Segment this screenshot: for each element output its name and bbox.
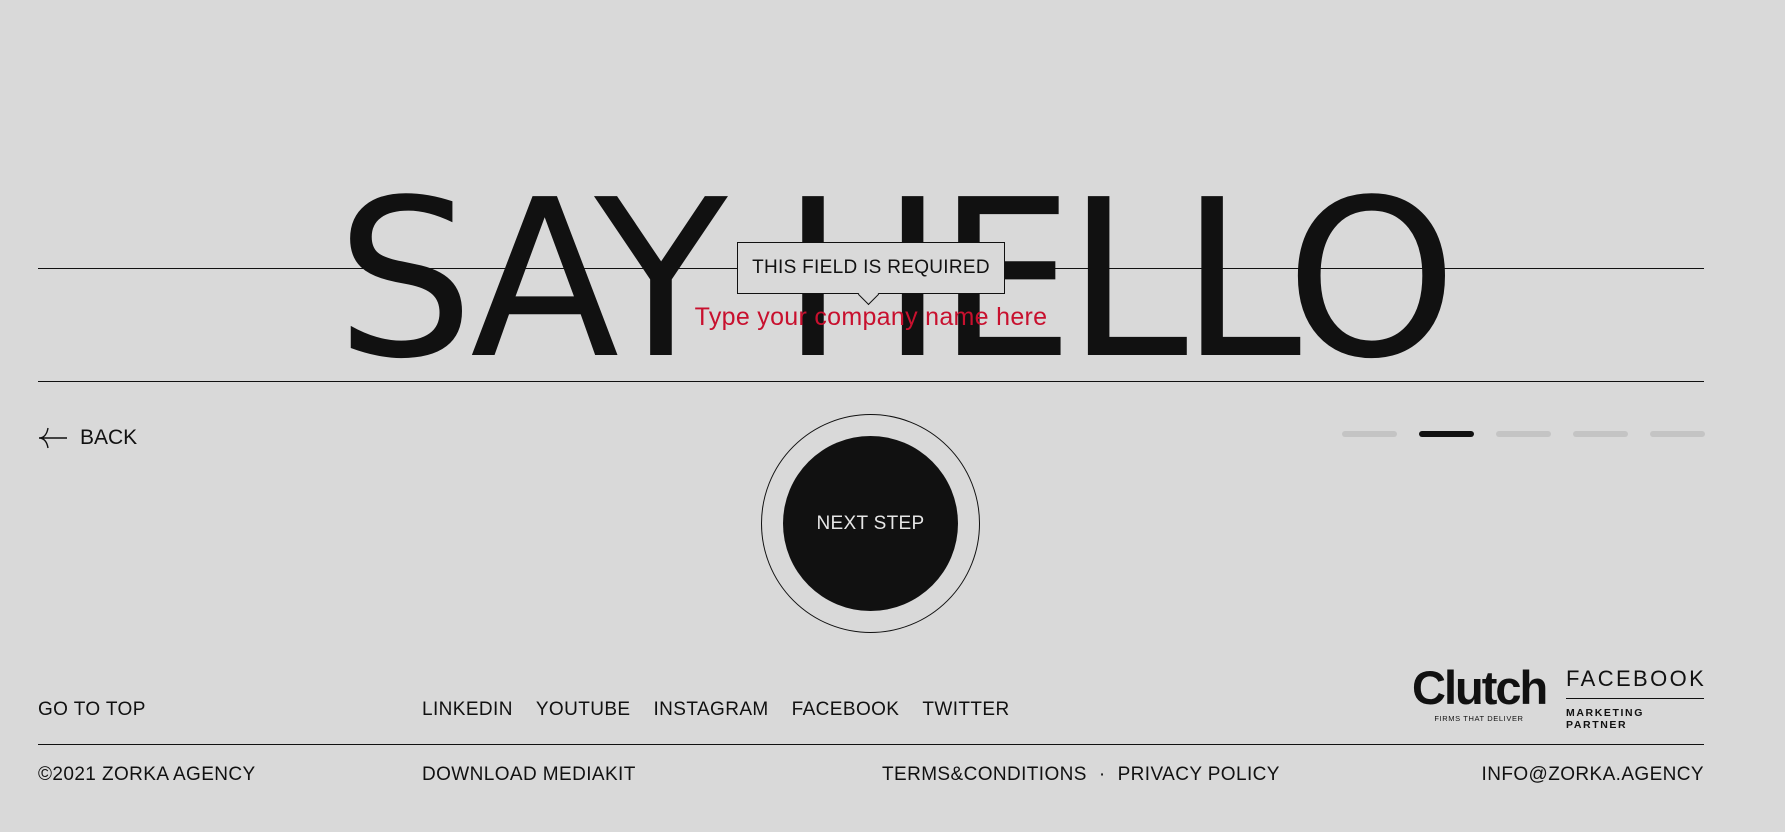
step-dot-3 [1496, 431, 1551, 437]
arrow-left-icon [38, 427, 67, 449]
facebook-badge-tagline: MARKETING PARTNER [1566, 707, 1644, 731]
back-label: BACK [80, 426, 138, 449]
next-step-button[interactable]: NEXT STEP [783, 436, 958, 611]
terms-link[interactable]: TERMS&CONDITIONS [882, 764, 1087, 786]
social-links: LINKEDIN YOUTUBE INSTAGRAM FACEBOOK TWIT… [422, 699, 1010, 721]
clutch-badge[interactable]: Clutch FIRMS THAT DELIVER [1412, 661, 1548, 724]
social-link-linkedin[interactable]: LINKEDIN [422, 699, 513, 721]
input-underline-bottom [38, 381, 1704, 382]
back-button[interactable]: BACK [38, 426, 137, 450]
step-indicator [1342, 431, 1705, 437]
step-dot-2 [1419, 431, 1474, 437]
required-tooltip: THIS FIELD IS REQUIRED [737, 242, 1005, 306]
privacy-link[interactable]: PRIVACY POLICY [1118, 764, 1280, 786]
footer-divider [38, 744, 1704, 745]
copyright-text: ©2021 ZORKA AGENCY [38, 764, 256, 785]
step-dot-1 [1342, 431, 1397, 437]
badge-divider [1566, 698, 1704, 699]
email-link[interactable]: INFO@ZORKA.AGENCY [1482, 764, 1704, 786]
facebook-partner-badge[interactable]: FACEBOOK MARKETING PARTNER [1566, 666, 1704, 731]
download-mediakit-link[interactable]: DOWNLOAD MEDIAKIT [422, 764, 636, 786]
step-dot-5 [1650, 431, 1705, 437]
social-link-instagram[interactable]: INSTAGRAM [654, 699, 769, 721]
clutch-logo: Clutch [1412, 661, 1548, 714]
social-link-facebook[interactable]: FACEBOOK [792, 699, 900, 721]
company-name-input[interactable]: Type your company name here [0, 303, 1742, 332]
clutch-tagline: FIRMS THAT DELIVER [1434, 714, 1524, 723]
legal-links: TERMS&CONDITIONS · PRIVACY POLICY [882, 764, 1280, 786]
step-dot-4 [1573, 431, 1628, 437]
tooltip-text: THIS FIELD IS REQUIRED [752, 257, 990, 278]
facebook-badge-title: FACEBOOK [1566, 666, 1707, 691]
legal-separator: · [1098, 764, 1106, 785]
social-link-youtube[interactable]: YOUTUBE [536, 699, 631, 721]
go-to-top-link[interactable]: GO TO TOP [38, 699, 146, 721]
social-link-twitter[interactable]: TWITTER [922, 699, 1009, 721]
